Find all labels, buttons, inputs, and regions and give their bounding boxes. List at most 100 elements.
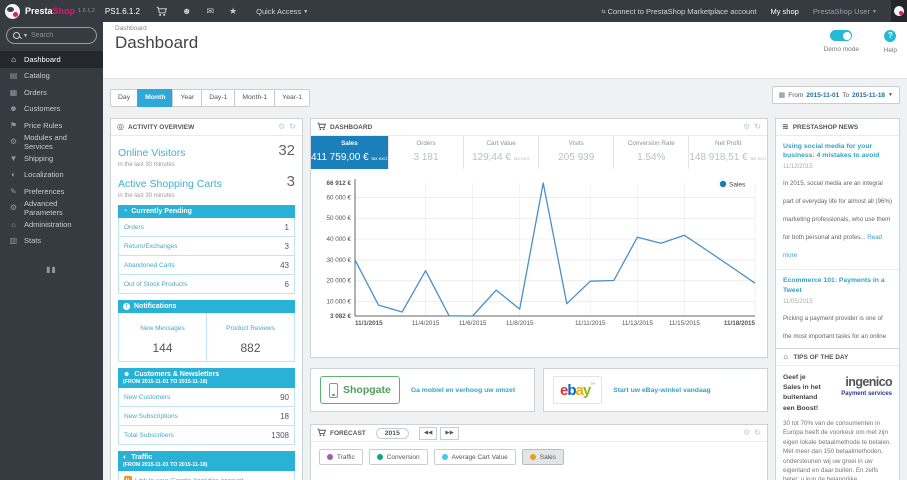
dashboard-panel: DASHBOARD ⚙ ↻ Sales 411 759,00 € tax excl…	[310, 118, 768, 358]
sidebar-item-dashboard[interactable]: ⌂ Dashboard	[0, 51, 103, 68]
gear-icon[interactable]: ⚙	[278, 123, 285, 131]
new-messages-cell: New Messages 144	[119, 313, 207, 361]
lightbulb-icon: ☼	[782, 352, 790, 361]
advanced-parameters-icon: ⚙	[9, 203, 18, 213]
demo-mode-label: Demo mode	[823, 46, 859, 53]
stats-icon: ▥	[9, 236, 18, 246]
table-row: New Customers 90	[119, 388, 294, 407]
sidebar-item-shipping[interactable]: ▼ Shipping	[0, 150, 103, 167]
sidebar-item-advanced-parameters[interactable]: ⚙ Advanced Parameters	[0, 198, 103, 217]
row-value: 6	[284, 279, 289, 289]
search-input[interactable]	[30, 32, 90, 39]
new-customers-link[interactable]: New Customers	[124, 394, 170, 401]
article-title-link[interactable]: Using social media for your business: 4 …	[783, 142, 892, 160]
period-day-1-button[interactable]: Day-1	[201, 89, 236, 107]
ebay-link[interactable]: Start uw eBay-winkel vandaag	[613, 387, 710, 394]
sidebar-item-customers[interactable]: ☻ Customers	[0, 101, 103, 118]
messages-icon[interactable]: ✉	[206, 6, 214, 16]
kpi-tab-net-profit[interactable]: Net Profit 148 918,51 € tax excl.	[689, 136, 767, 169]
demo-mode-toggle[interactable]	[830, 30, 853, 41]
quick-access-menu[interactable]: Quick Access ▼	[256, 7, 308, 16]
marketplace-link[interactable]: ⇆ Connect to PrestaShop Marketplace acco…	[601, 7, 756, 16]
period-day-button[interactable]: Day	[110, 89, 139, 107]
abandoned-carts-link[interactable]: Abandoned Carts	[124, 262, 175, 269]
new-subscriptions-link[interactable]: New Subscriptions	[124, 413, 178, 420]
forecast-traffic-toggle[interactable]: Traffic	[319, 449, 363, 465]
sidebar-item-preferences[interactable]: ✎ Preferences	[0, 183, 103, 200]
period-month-1-button[interactable]: Month-1	[234, 89, 276, 107]
period-month-button[interactable]: Month	[137, 89, 174, 107]
date-range-picker[interactable]: ▦ From 2015-11-01 To 2015-11-18 ▼	[771, 86, 900, 104]
row-value: 1	[284, 222, 289, 232]
sidebar-item-label: Stats	[24, 236, 42, 246]
gear-icon[interactable]: ⚙	[743, 429, 750, 437]
refresh-icon[interactable]: ↻	[754, 429, 761, 437]
period-button-group: Day Month Year Day-1 Month-1 Year-1	[110, 89, 311, 107]
sidebar-collapse-button[interactable]: ▮▮	[0, 265, 103, 274]
kpi-tab-cart-value[interactable]: Cart Value 129,44 € tax excl.	[464, 136, 540, 169]
shopgate-link[interactable]: Ga mobiel en verhoog uw omzet	[411, 387, 515, 394]
forecast-prev-button[interactable]: ◀◀	[418, 426, 438, 440]
forecast-year-select[interactable]: 2015	[375, 427, 409, 439]
ingenico-logo: ingenico Payment services	[826, 373, 892, 398]
returns-link[interactable]: Return/Exchanges	[124, 243, 177, 250]
traffic-dot-icon	[327, 454, 333, 460]
sidebar-item-administration[interactable]: ☼ Administration	[0, 216, 103, 233]
svg-text:3 082 €: 3 082 €	[330, 313, 352, 320]
rss-icon: ≋	[782, 122, 789, 131]
avatar[interactable]	[891, 0, 907, 22]
period-year-button[interactable]: Year	[172, 89, 203, 107]
range-from-date: 2015-11-01	[806, 91, 840, 99]
forecast-sales-toggle[interactable]: Sales	[521, 449, 564, 465]
period-year-1-button[interactable]: Year-1	[274, 89, 311, 107]
sidebar-item-label: Price Rules	[24, 120, 63, 130]
kpi-tab-orders[interactable]: Orders 3 181	[389, 136, 465, 169]
cart-icon[interactable]	[156, 6, 167, 17]
help-label: Help	[883, 47, 897, 54]
row-value: 43	[280, 260, 289, 270]
ebay-logo: e b a y ™	[553, 376, 603, 404]
orders-link[interactable]: Orders	[124, 224, 144, 231]
sidebar-item-label: Preferences	[24, 186, 65, 196]
shop-version: PS1.6.1.2	[104, 6, 140, 16]
search-icon	[13, 32, 20, 39]
section-subtitle: (FROM 2015-11-01 TO 2015-11-18)	[123, 462, 208, 468]
date-filter-row: Day Month Year Day-1 Month-1 Year-1 ▦ Fr…	[110, 86, 900, 107]
gear-icon[interactable]: ⚙	[743, 123, 750, 131]
my-shop-link[interactable]: My shop	[770, 7, 798, 16]
forecast-avg-cart-toggle[interactable]: Average Cart Value	[433, 449, 516, 465]
customers-icon[interactable]: ☻	[182, 6, 191, 16]
kpi-tab-sales[interactable]: Sales 411 759,00 € tax excl.	[311, 136, 389, 169]
total-subscribers-link[interactable]: Total Subscribers	[124, 432, 174, 439]
search-box[interactable]: ▼	[6, 27, 97, 44]
sidebar-item-orders[interactable]: ▦ Orders	[0, 84, 103, 101]
product-reviews-link[interactable]: Product Reviews	[226, 325, 275, 332]
table-row: Out of Stock Products 6	[119, 275, 294, 293]
refresh-icon[interactable]: ↻	[289, 123, 296, 131]
online-visitors-link[interactable]: Online Visitors	[118, 147, 186, 159]
chevron-down-icon[interactable]: ▼	[23, 33, 28, 39]
sidebar-item-label: Advanced Parameters	[24, 198, 63, 217]
refresh-icon[interactable]: ↻	[754, 123, 761, 131]
google-analytics-link[interactable]: Link to your Google Analytics account	[124, 475, 243, 480]
sidebar-item-stats[interactable]: ▥ Stats	[0, 233, 103, 250]
sidebar-item-catalog[interactable]: ▤ Catalog	[0, 68, 103, 85]
forecast-next-button[interactable]: ▶▶	[440, 426, 459, 440]
sidebar-item-label: Orders	[24, 87, 47, 97]
active-carts-link[interactable]: Active Shopping Carts	[118, 178, 222, 190]
article-title-link[interactable]: Ecommerce 101: Payments in a Tweet	[783, 276, 892, 294]
svg-text:11/15/2015: 11/15/2015	[669, 320, 701, 327]
forecast-conversion-toggle[interactable]: Conversion	[368, 449, 428, 465]
new-messages-link[interactable]: New Messages	[140, 325, 184, 332]
sidebar-item-localization[interactable]: ◐ Localization	[0, 167, 103, 184]
forecast-panel: FORECAST 2015 ◀◀ ▶▶ ⚙ ↻ Traffic Conversi…	[310, 424, 768, 480]
sidebar-item-price-rules[interactable]: ⚑ Price Rules	[0, 117, 103, 134]
kpi-tab-conversion-rate[interactable]: Conversion Rate 1.54%	[614, 136, 690, 169]
trophy-icon[interactable]: ★	[229, 6, 237, 16]
kpi-tab-visits[interactable]: Visits 205 939	[539, 136, 615, 169]
sidebar-item-modules[interactable]: ⚙ Modules and Services	[0, 133, 103, 151]
help-icon[interactable]: ?	[884, 30, 897, 42]
user-menu[interactable]: PrestaShop User ▼	[813, 7, 877, 16]
out-of-stock-link[interactable]: Out of Stock Products	[124, 281, 187, 288]
cell-value: 882	[240, 341, 261, 355]
